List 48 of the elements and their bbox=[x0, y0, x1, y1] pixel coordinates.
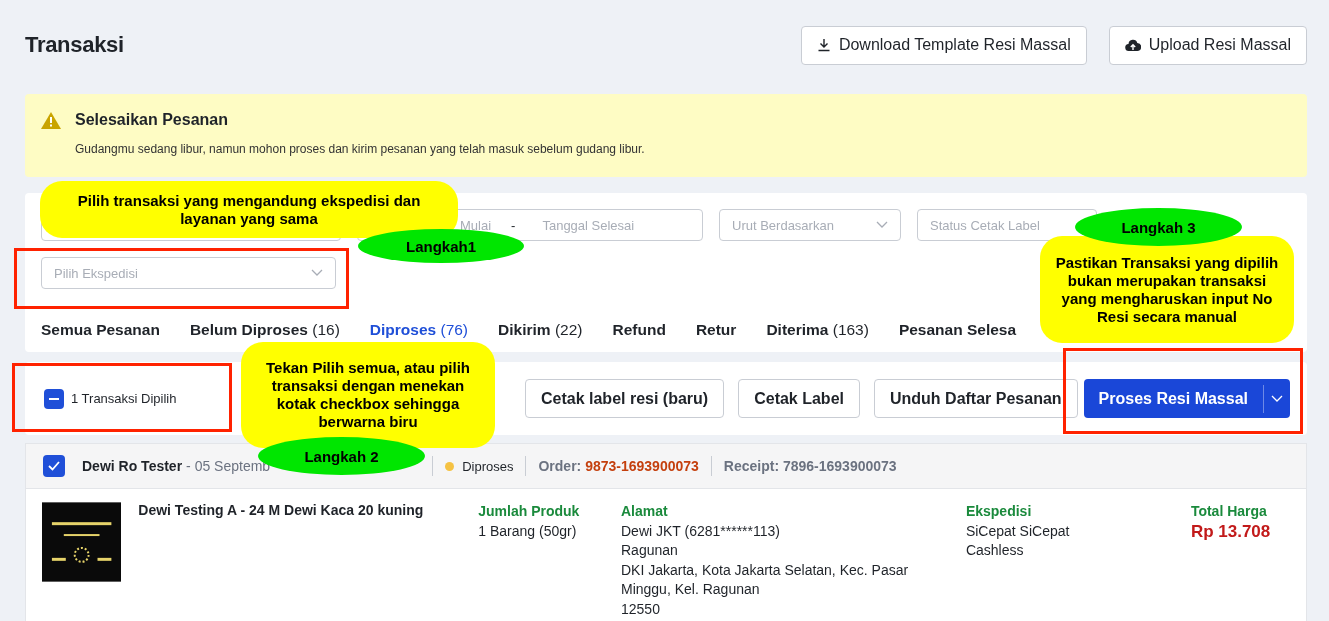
detail-text: Ragunan bbox=[621, 541, 679, 561]
alert-title: Selesaikan Pesanan bbox=[75, 111, 228, 129]
order-tab[interactable]: Dikirim (22) bbox=[498, 321, 583, 339]
action-button[interactable]: Unduh Daftar Pesanan bbox=[874, 379, 1078, 418]
customer-name: Dewi Ro Tester bbox=[82, 458, 183, 474]
detail-text: Cashless bbox=[965, 541, 1025, 561]
minus-icon bbox=[49, 397, 59, 400]
action-button[interactable]: Cetak label resi (baru) bbox=[525, 379, 725, 418]
action-button[interactable]: Cetak Label bbox=[738, 379, 860, 418]
detail-text: 12550 bbox=[621, 599, 661, 619]
selection-count: 1 Transaksi Dipilih bbox=[71, 391, 177, 406]
chevron-down-icon bbox=[876, 221, 888, 229]
detail-text: SiCepat SiCepat bbox=[965, 521, 1071, 541]
warning-icon bbox=[41, 111, 61, 129]
callout-tooltip: Pilih transaksi yang mengandung ekspedisi dan layanan yang sama bbox=[40, 181, 458, 238]
detail-heading: Jumlah Produk bbox=[478, 502, 581, 521]
order-tab[interactable]: Refund bbox=[612, 321, 666, 339]
alert-message: Gudangmu sedang libur, namun mohon proses dan kirim pesanan yang telah masuk sebelum gudang libur. bbox=[75, 142, 646, 156]
upload-button[interactable]: Upload Resi Massal bbox=[1108, 25, 1307, 65]
detail-heading: Ekspedisi bbox=[965, 502, 1033, 521]
detail-heading: Alamat bbox=[621, 502, 669, 521]
total-price: Rp 13.708 bbox=[1190, 521, 1272, 542]
chevron-down-icon bbox=[1271, 394, 1283, 403]
select-all-checkbox[interactable] bbox=[44, 388, 64, 409]
cloud-upload-icon bbox=[1124, 38, 1141, 52]
detail-text: 1 Barang (50gr) bbox=[478, 521, 578, 541]
total-heading: Total Harga bbox=[1190, 502, 1268, 521]
detail-text: DKI Jakarta, Kota Jakarta Selatan, Kec. Pasar Minggu, Kel. Ragunan bbox=[621, 560, 910, 600]
product-name: Dewi Testing A - 24 M Dewi Kaca 20 kuning bbox=[138, 502, 425, 520]
receipt-number: Receipt: 7896-1693900073 bbox=[723, 458, 897, 474]
order-tab[interactable]: Retur bbox=[695, 321, 737, 339]
order-checkbox[interactable] bbox=[43, 455, 65, 477]
page-title: Transaksi bbox=[25, 32, 125, 58]
callout-tooltip: Tekan Pilih semua, atau pilih transaksi dengan menekan kotak checkbox sehingga berwarna biru bbox=[241, 342, 495, 448]
download-icon bbox=[816, 38, 831, 52]
check-icon bbox=[48, 461, 60, 471]
order-number: Order: 9873-1693900073 bbox=[538, 458, 699, 474]
chevron-down-icon bbox=[311, 269, 323, 277]
order-tab[interactable]: Semua Pesanan bbox=[41, 321, 160, 339]
order-status: Diproses bbox=[462, 458, 514, 474]
order-tab[interactable]: Pesanan Selesa bbox=[898, 321, 1017, 339]
order-tab[interactable]: Diproses (76) bbox=[369, 321, 469, 339]
download-button[interactable]: Download Template Resi Massal bbox=[800, 25, 1087, 65]
detail-text: Dewi JKT (6281******113) bbox=[621, 521, 781, 541]
callout-tooltip: Pastikan Transaksi yang dipilih bukan merupakan transaksi yang mengharuskan input No Resi secara manual bbox=[1040, 236, 1294, 343]
order-tab[interactable]: Diterima (163) bbox=[766, 321, 869, 339]
process-button[interactable]: Proses Resi Massal bbox=[1083, 379, 1263, 418]
order-tab[interactable]: Belum Diproses (16) bbox=[189, 321, 340, 339]
